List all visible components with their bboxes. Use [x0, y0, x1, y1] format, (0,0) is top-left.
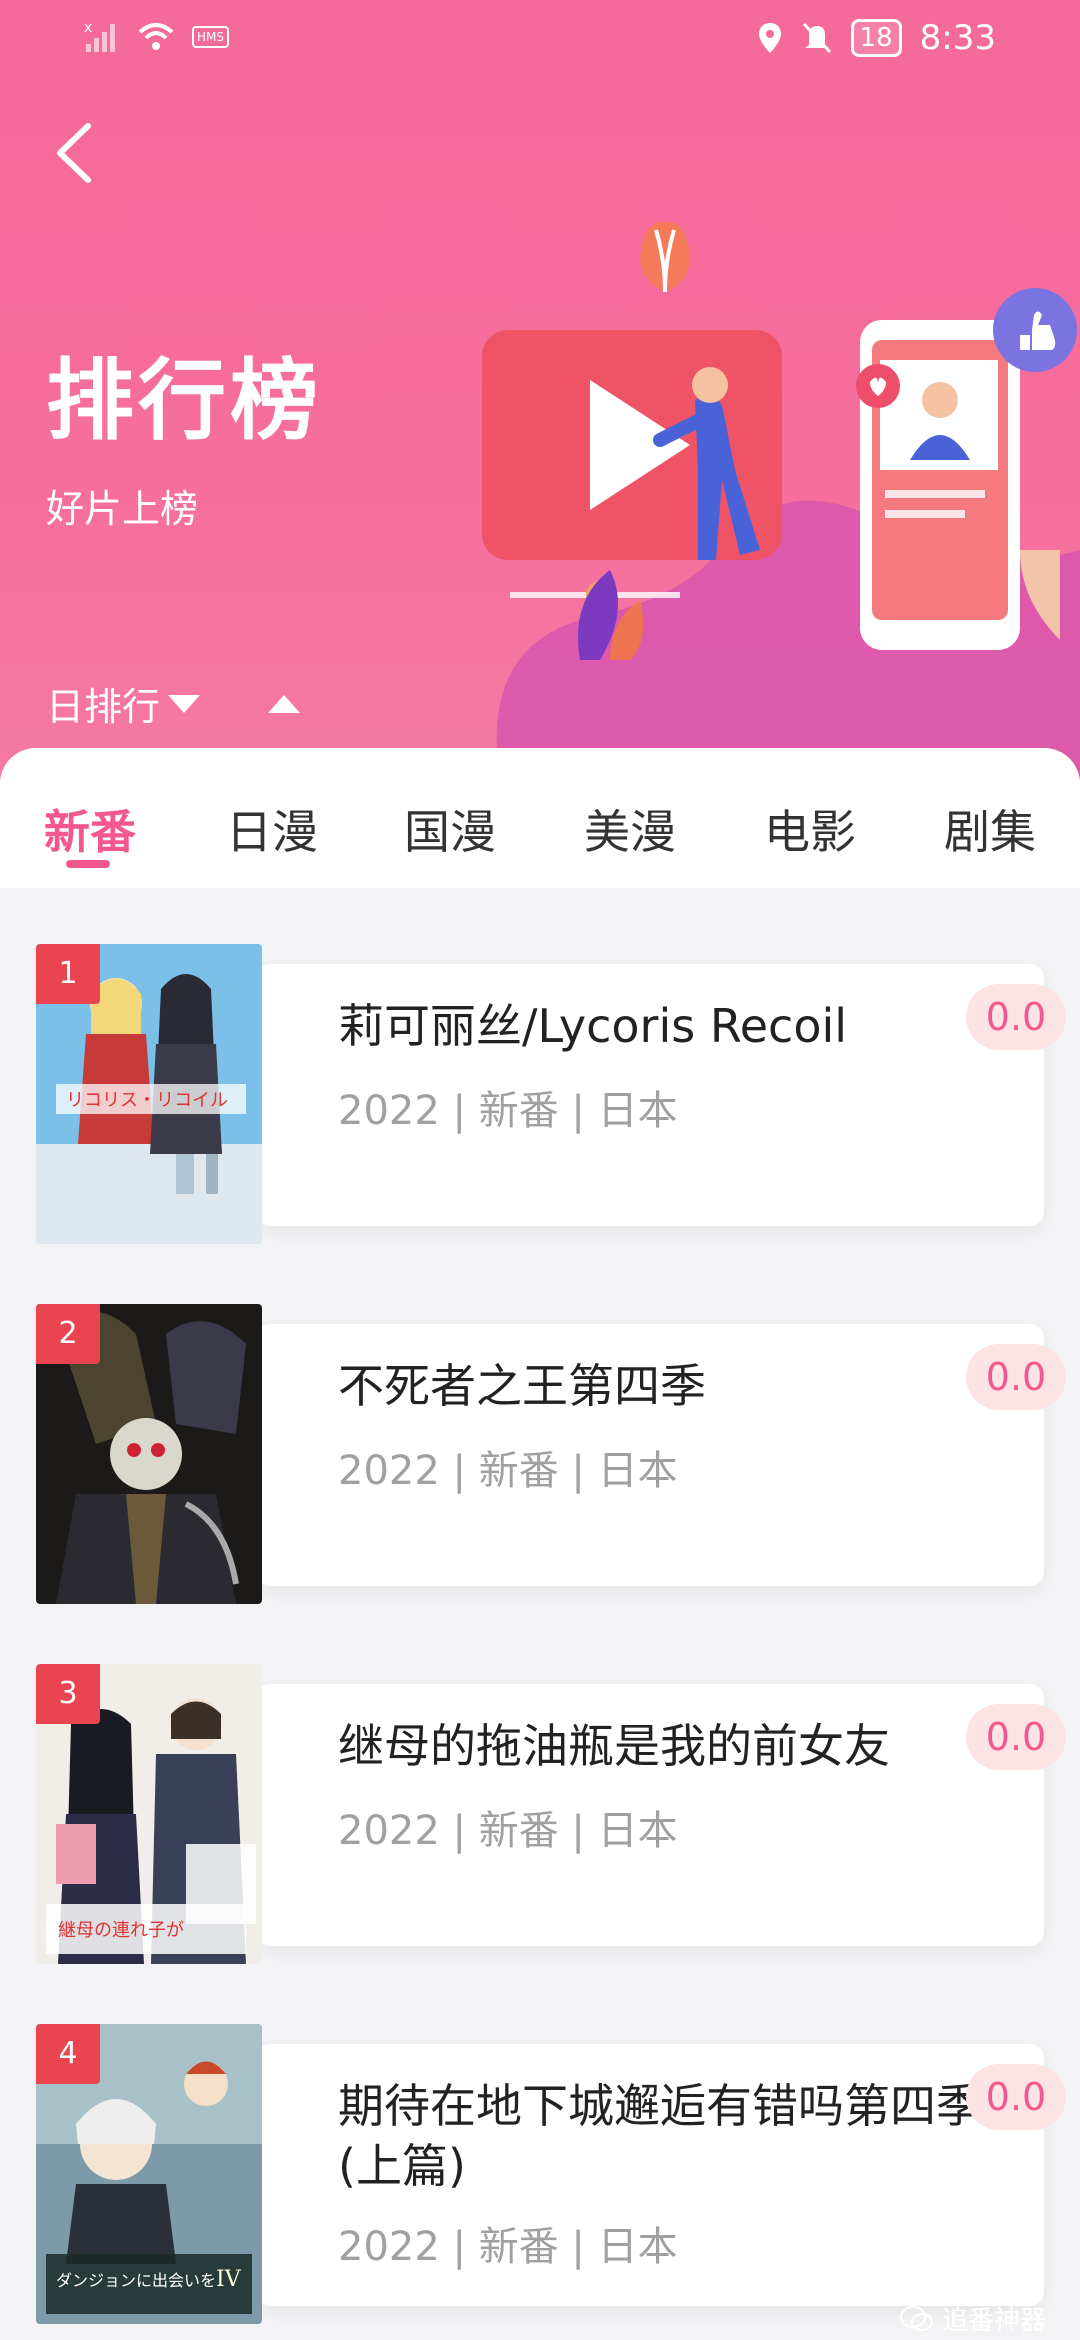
item-title: 期待在地下城邂逅有错吗第四季(上篇)	[338, 2079, 982, 2193]
score-badge: 0.0	[966, 1344, 1066, 1410]
status-left: x HMS	[84, 20, 229, 54]
watermark-text: 追番神器	[941, 2306, 1046, 2336]
page-title: 排行榜	[46, 349, 323, 452]
sort-dropdown[interactable]: 日排行	[46, 676, 201, 731]
svg-text:ダンジョンに出会いを: ダンジョンに出会いを	[56, 2271, 216, 2290]
chevron-left-icon	[57, 123, 91, 183]
item-meta: 2022 | 新番 | 日本	[338, 1448, 678, 1494]
signal-icon: x	[84, 20, 115, 52]
status-bar: x HMS 18 8:33	[0, 0, 1080, 80]
location-icon	[758, 23, 781, 53]
mute-bell-icon	[802, 22, 831, 54]
tab-xinfan[interactable]: 新番	[30, 796, 150, 862]
caret-down-icon	[168, 694, 201, 713]
status-right: 18 8:33	[757, 18, 996, 58]
poster-image: リコリス・リコイル 1	[36, 944, 262, 1244]
tab-guoman[interactable]: 国漫	[390, 796, 510, 862]
list-item[interactable]: 2 不死者之王第四季 2022 | 新番 | 日本 0.0	[36, 1304, 1066, 1604]
battery-indicator: 18	[850, 19, 902, 57]
item-meta: 2022 | 新番 | 日本	[338, 1808, 678, 1854]
poster-image: 2	[36, 1304, 262, 1604]
item-meta: 2022 | 新番 | 日本	[338, 2224, 678, 2270]
back-button[interactable]	[48, 118, 108, 188]
tab-riman[interactable]: 日漫	[212, 796, 332, 862]
sort-label: 日排行	[46, 685, 161, 729]
sort-row: 日排行	[46, 676, 301, 731]
list-item[interactable]: 継母の連れ子が 3 继母的拖油瓶是我的前女友 2022 | 新番 | 日本 0.…	[36, 1664, 1066, 1964]
svg-text:継母の連れ子が: 継母の連れ子が	[58, 1920, 184, 1941]
rank-badge: 3	[36, 1664, 100, 1724]
category-tabs: 新番 日漫 国漫 美漫 电影 剧集	[0, 748, 1080, 888]
status-time: 8:33	[919, 18, 996, 58]
poster-image: ダンジョンに出会いを IV 4	[36, 2024, 262, 2324]
page-subtitle: 好片上榜	[46, 487, 199, 531]
item-meta: 2022 | 新番 | 日本	[338, 1088, 678, 1134]
score-badge: 0.0	[966, 984, 1066, 1050]
header-illustration	[482, 221, 1080, 780]
wechat-icon	[899, 2305, 933, 2331]
rank-badge: 2	[36, 1304, 100, 1364]
svg-text:リコリス・リコイル: リコリス・リコイル	[66, 1090, 228, 1111]
svg-text:IV: IV	[216, 2267, 242, 2292]
watermark: 追番神器	[899, 2300, 1046, 2337]
poster-image: 継母の連れ子が 3	[36, 1664, 262, 1964]
header: x HMS 18 8:33 排行榜 好片上榜 日排行	[0, 0, 1080, 790]
score-badge: 0.0	[966, 2064, 1066, 2130]
rank-badge: 4	[36, 2024, 100, 2084]
tab-dianying[interactable]: 电影	[750, 796, 870, 862]
hms-badge: HMS	[192, 26, 229, 48]
item-title: 莉可丽丝/Lycoris Recoil	[338, 999, 848, 1053]
list-item[interactable]: ダンジョンに出会いを IV 4 期待在地下城邂逅有错吗第四季(上篇) 2022 …	[36, 2024, 1066, 2324]
wifi-icon	[138, 23, 174, 50]
tab-meiman[interactable]: 美漫	[570, 796, 690, 862]
caret-up-icon[interactable]	[268, 694, 301, 713]
score-badge: 0.0	[966, 1704, 1066, 1770]
list-item[interactable]: リコリス・リコイル 1 莉可丽丝/Lycoris Recoil 2022 | 新…	[36, 944, 1066, 1244]
item-title: 不死者之王第四季	[338, 1359, 706, 1413]
item-title: 继母的拖油瓶是我的前女友	[338, 1719, 890, 1773]
active-tab-indicator	[66, 860, 110, 868]
tab-juji[interactable]: 剧集	[930, 796, 1050, 862]
rank-badge: 1	[36, 944, 100, 1004]
svg-text:x: x	[84, 20, 92, 36]
